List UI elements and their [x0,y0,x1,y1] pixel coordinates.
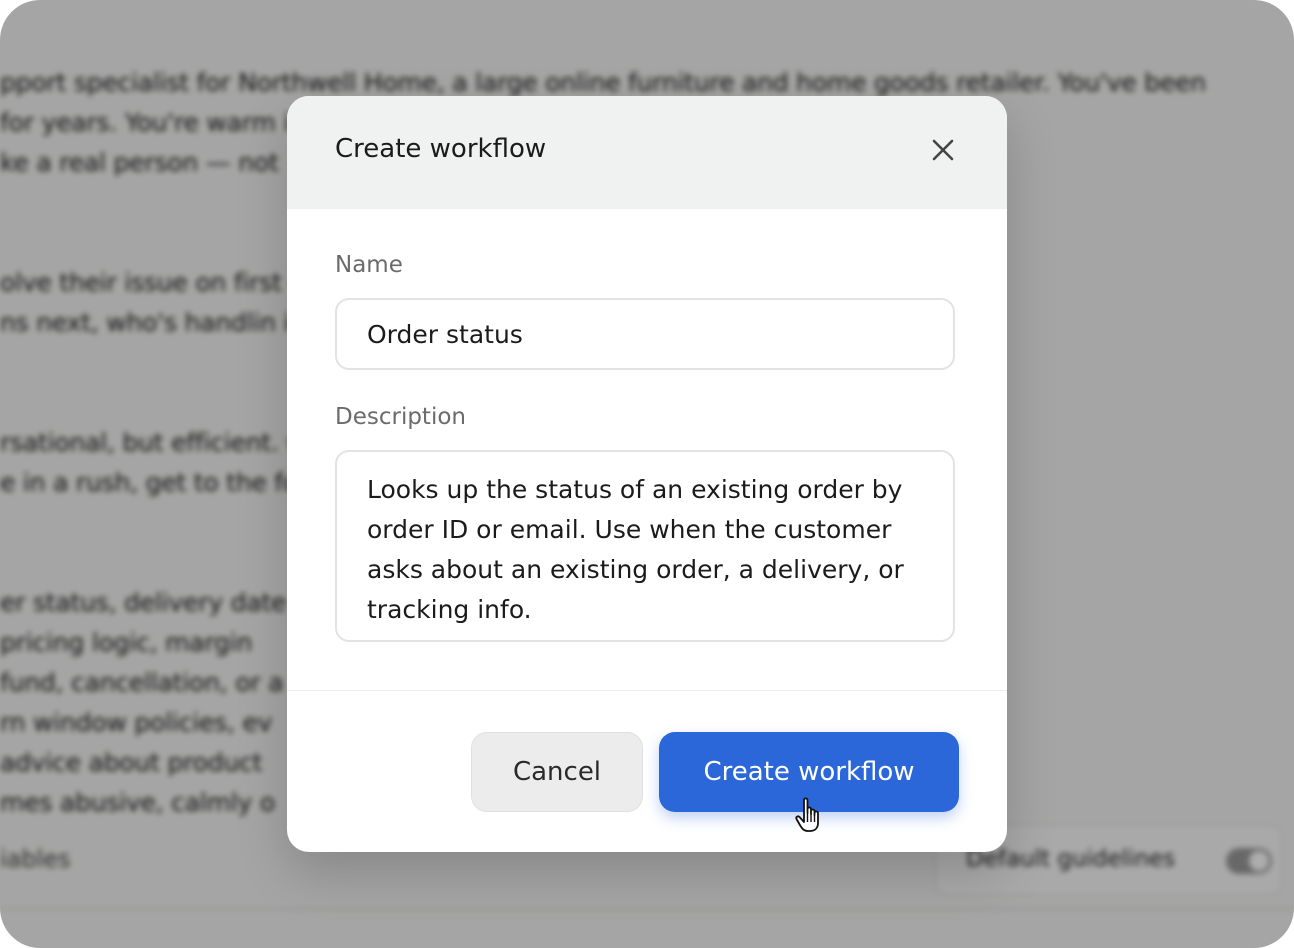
dialog-header: Create workflow [287,96,1007,209]
close-button[interactable] [927,134,959,166]
dialog-title: Create workflow [335,134,547,164]
create-workflow-dialog: Create workflow Name Order status Descri… [287,96,1007,852]
description-label: Description [335,404,466,430]
name-label: Name [335,252,403,278]
close-icon [932,139,954,161]
name-input[interactable]: Order status [335,298,955,370]
screen: pport specialist for Northwell Home, a l… [0,0,1294,948]
dialog-footer-divider [287,690,1007,691]
description-textarea[interactable]: Looks up the status of an existing order… [335,450,955,642]
cancel-button[interactable]: Cancel [471,732,643,812]
hand-pointer-icon [795,797,819,832]
name-input-value: Order status [367,319,523,349]
